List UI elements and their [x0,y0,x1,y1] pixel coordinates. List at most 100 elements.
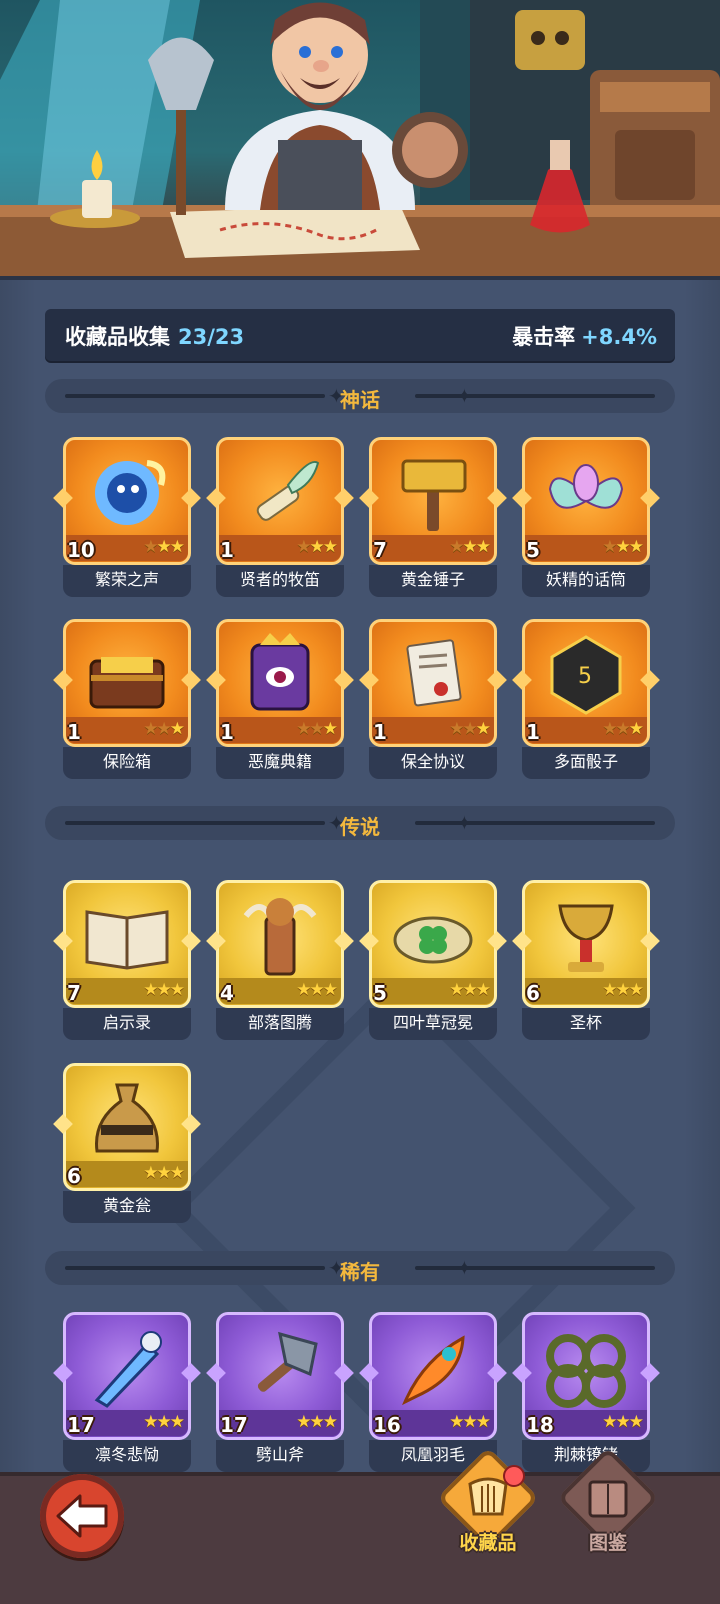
star-filled-icon: ★ [475,1412,491,1432]
item-quantity: 10 [67,538,95,562]
star-filled-icon: ★ [322,719,338,739]
item-quantity: 18 [526,1413,554,1437]
star-empty-icon: ★ [449,537,464,557]
collectible-card[interactable]: 6 ★★★ 圣杯 [512,880,660,1040]
star-rating: ★★★ [449,719,491,739]
collectible-card[interactable]: 1 ★★★ 保险箱 [53,619,201,779]
section-header-rare: ✦ 稀有 ✦ [45,1251,675,1285]
star-filled-icon: ★ [628,980,644,1000]
collection-label: 收藏品收集 [65,325,170,349]
collectible-card[interactable]: 17 ★★★ 劈山斧 [206,1312,354,1472]
star-empty-icon: ★ [143,537,158,557]
divider-line [415,1266,655,1270]
collectible-card[interactable]: 18 ★★★ 荆棘镣铐 [512,1312,660,1472]
star-empty-icon: ★ [602,537,617,557]
item-quantity: 4 [220,981,234,1005]
star-filled-icon: ★ [156,1163,172,1183]
collection-summary-bar: 收藏品收集 23/23 暴击率 +8.4% [45,309,675,361]
star-empty-icon: ★ [615,719,631,739]
divider-line [415,821,655,825]
star-filled-icon: ★ [143,980,158,1000]
star-filled-icon: ★ [628,719,644,739]
star-filled-icon: ★ [309,537,325,557]
item-name: 凛冬悲恸 [63,1440,191,1472]
security-agreement-icon [406,639,462,707]
shopkeeper-scene [0,0,720,276]
collectible-card[interactable]: 1 ★★★ 恶魔典籍 [206,619,354,779]
collectible-card[interactable]: 17 ★★★ 凛冬悲恸 [53,1312,201,1472]
collectible-card[interactable]: 1 ★★★ 保全协议 [359,619,507,779]
star-filled-icon: ★ [602,1412,617,1432]
item-name: 启示录 [63,1008,191,1040]
star-filled-icon: ★ [309,980,325,1000]
item-quantity: 1 [67,720,81,744]
collectible-card[interactable]: 7 ★★★ 启示录 [53,880,201,1040]
back-button[interactable] [40,1474,124,1558]
item-name: 保险箱 [63,747,191,779]
item-name: 劈山斧 [216,1440,344,1472]
collectible-card[interactable]: 1 ★★★ 贤者的牧笛 [206,437,354,597]
star-empty-icon: ★ [296,537,311,557]
clover-crown-icon [393,916,473,964]
item-name: 贤者的牧笛 [216,565,344,597]
thorn-shackles-icon [546,1334,626,1408]
item-quantity: 6 [67,1164,81,1188]
star-filled-icon: ★ [449,1412,464,1432]
star-filled-icon: ★ [628,1412,644,1432]
holy-grail-icon [558,904,614,972]
star-rating: ★★★ [143,537,185,557]
item-quantity: 5 [526,538,540,562]
star-rating: ★★★ [143,719,185,739]
star-filled-icon: ★ [602,980,617,1000]
item-name: 四叶草冠冕 [369,1008,497,1040]
item-name: 妖精的话筒 [522,565,650,597]
star-filled-icon: ★ [169,719,185,739]
collectible-card[interactable]: 10 ★★★ 繁荣之声 [53,437,201,597]
tab-codex[interactable]: 图鉴 [557,1447,659,1572]
star-empty-icon: ★ [143,719,158,739]
item-name: 繁荣之声 [63,565,191,597]
star-filled-icon: ★ [156,1412,172,1432]
star-empty-icon: ★ [156,719,172,739]
item-quantity: 1 [373,720,387,744]
collectible-card[interactable]: 5 1 ★★★ 多面骰子 [512,619,660,779]
item-quantity: 7 [373,538,387,562]
item-name: 黄金瓮 [63,1191,191,1223]
golden-hammer-icon [401,459,467,531]
collectible-card[interactable]: 6 ★★★ 黄金瓮 [53,1063,201,1223]
collectible-card[interactable]: 5 ★★★ 四叶草冠冕 [359,880,507,1040]
notification-badge [503,1465,525,1487]
star-filled-icon: ★ [169,980,185,1000]
sage-flute-icon [256,461,320,521]
collectible-card[interactable]: 4 ★★★ 部落图腾 [206,880,354,1040]
collectible-card[interactable]: 16 ★★★ 凤凰羽毛 [359,1312,507,1472]
section-header-mythic: ✦ 神话 ✦ [45,379,675,413]
star-rating: ★★★ [449,980,491,1000]
item-quantity: 17 [220,1413,248,1437]
item-quantity: 17 [67,1413,95,1437]
item-name: 黄金锤子 [369,565,497,597]
item-quantity: 1 [220,538,234,562]
item-quantity: 1 [220,720,234,744]
star-empty-icon: ★ [462,719,478,739]
item-quantity: 7 [67,981,81,1005]
section-title-mythic: 神话 [340,388,380,412]
star-rating: ★★★ [602,719,644,739]
star-filled-icon: ★ [462,537,478,557]
section-title-legendary: 传说 [340,815,380,839]
star-rating: ★★★ [296,537,338,557]
star-filled-icon: ★ [462,980,478,1000]
polyhedral-dice-icon: 5 [550,635,622,715]
star-rating: ★★★ [602,980,644,1000]
star-rating: ★★★ [296,980,338,1000]
demon-tome-icon [250,633,310,711]
star-filled-icon: ★ [322,980,338,1000]
collectible-card[interactable]: 7 ★★★ 黄金锤子 [359,437,507,597]
treasure-chest-icon [89,657,165,709]
star-filled-icon: ★ [322,1412,338,1432]
crit-rate-value: +8.4% [581,325,657,349]
hero-illustration [0,0,720,276]
star-filled-icon: ★ [628,537,644,557]
collectible-card[interactable]: 5 ★★★ 妖精的话筒 [512,437,660,597]
item-quantity: 16 [373,1413,401,1437]
